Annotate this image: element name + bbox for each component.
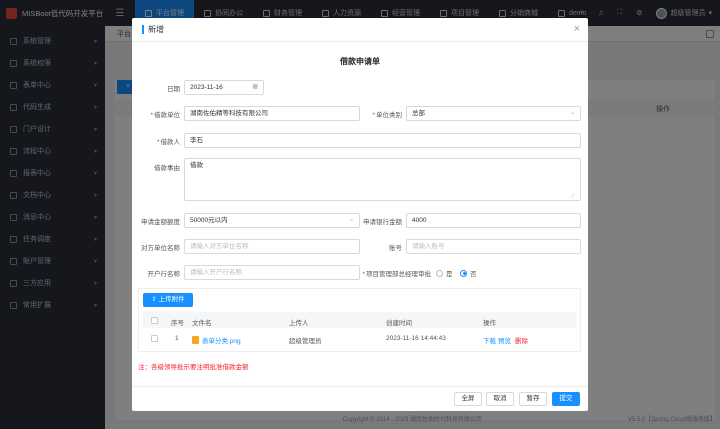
unit-type-value: 总部 (412, 110, 425, 117)
upload-icon: ⇧ (151, 296, 159, 303)
unit-value: 湖南佐佑精等科技有限公司 (190, 110, 268, 117)
approval-note: 注：各级领导批示要注明批准借款金额 (138, 364, 249, 371)
label-text: 申请银行金额 (363, 219, 402, 226)
account-placeholder: 请输入账号 (412, 243, 445, 250)
save-draft-button[interactable]: 暂存 (519, 392, 547, 406)
borrower-label: *借款人 (156, 139, 181, 146)
label-text: 借款事由 (154, 165, 180, 172)
counterparty-field[interactable]: 请输入对方单位名称 (184, 239, 360, 254)
chevron-down-icon: ⌄ (569, 110, 575, 116)
select-all-checkbox[interactable] (151, 317, 158, 324)
counterparty-placeholder: 请输入对方单位名称 (190, 243, 249, 250)
label-text: 账号 (389, 245, 402, 252)
label-text: 申请金额额度 (141, 219, 180, 226)
resize-handle-icon[interactable]: ⟋ (571, 191, 575, 204)
label-text: 项目管理部总经理审批 (366, 271, 431, 278)
column-header: 上传人 (289, 320, 309, 327)
approval-label: *项目管理部总经理审批 (362, 271, 431, 278)
calendar-icon: ▦ (252, 84, 258, 90)
reason-textarea[interactable]: 借款 ⟋ (184, 158, 581, 201)
borrower-field[interactable]: 李石 (184, 133, 581, 148)
close-icon[interactable]: × (574, 23, 580, 35)
approval-no-radio[interactable]: 否 (460, 268, 477, 278)
submit-button[interactable]: 提交 (552, 392, 580, 406)
row-checkbox[interactable] (151, 335, 158, 342)
file-name: 表单分类.png (202, 338, 241, 345)
title-accent-bar (142, 25, 144, 34)
cancel-button[interactable]: 取消 (486, 392, 514, 406)
unit-label: *借款单位 (150, 112, 180, 119)
unit-type-select[interactable]: 总部 ⌄ (406, 106, 581, 121)
preview-link[interactable]: 预览 (498, 335, 511, 345)
radio-label: 否 (470, 271, 477, 278)
created-time: 2023-11-16 14:44:43 (386, 335, 446, 342)
column-header: 操作 (483, 320, 496, 327)
account-field[interactable]: 请输入账号 (406, 239, 581, 254)
chevron-down-icon: ⌄ (348, 217, 354, 223)
radio-circle-checked (460, 269, 467, 277)
column-header: 文件名 (192, 320, 212, 327)
label-text: 对方单位名称 (141, 245, 180, 252)
bank-amount-field[interactable]: 4000 (406, 213, 581, 228)
radio-circle (436, 269, 443, 277)
amount-select[interactable]: 50000元以内 ⌄ (184, 213, 360, 228)
uploader: 超级管理员 (289, 338, 322, 345)
label-text: 日期 (167, 86, 180, 93)
approval-yes-radio[interactable]: 是 (436, 268, 453, 278)
amount-value: 50000元以内 (190, 217, 228, 224)
date-label: 日期 (140, 83, 180, 93)
borrower-value: 李石 (190, 137, 203, 144)
bank-amount-value: 4000 (412, 217, 427, 224)
unit-field[interactable]: 湖南佐佑精等科技有限公司 (184, 106, 360, 121)
date-value: 2023-11-16 (190, 84, 223, 91)
account-label: 账号 (358, 242, 402, 252)
label-text: 借款单位 (154, 112, 180, 119)
upload-attachment-button[interactable]: ⇧ 上传附件 (143, 293, 193, 307)
date-field[interactable]: 2023-11-16 ▦ (184, 80, 264, 95)
label-text: 借款人 (160, 139, 181, 146)
fullscreen-button[interactable]: 全屏 (454, 392, 482, 406)
counterparty-label: 对方单位名称 (136, 242, 180, 252)
file-link[interactable]: 表单分类.png (192, 335, 241, 345)
amount-label: 申请金额额度 (136, 216, 180, 226)
dialog-footer (132, 386, 588, 387)
radio-label: 是 (446, 271, 453, 278)
download-link[interactable]: 下载 (483, 335, 496, 345)
dialog-title: 新增 (148, 25, 164, 34)
image-file-icon (192, 336, 199, 344)
bank-name-label: 开户行名称 (136, 268, 181, 278)
bank-name-placeholder: 请输入开户行名称 (190, 269, 242, 276)
upload-label: 上传附件 (158, 296, 185, 303)
reason-label: 借款事由 (140, 162, 180, 172)
unit-type-label: *单位类别 (372, 112, 402, 119)
label-text: 单位类别 (376, 112, 402, 119)
label-text: 开户行名称 (147, 271, 181, 278)
reason-value: 借款 (190, 162, 203, 169)
form-title: 借款申请单 (340, 57, 380, 66)
dialog-header: 新增 (132, 18, 588, 42)
column-header: 序号 (171, 320, 184, 327)
delete-link[interactable]: 删除 (515, 335, 528, 345)
bank-name-field[interactable]: 请输入开户行名称 (184, 265, 360, 280)
row-index: 1 (175, 335, 179, 342)
column-header: 创建时间 (386, 320, 412, 327)
bank-amount-label: 申请银行金额 (358, 216, 402, 226)
